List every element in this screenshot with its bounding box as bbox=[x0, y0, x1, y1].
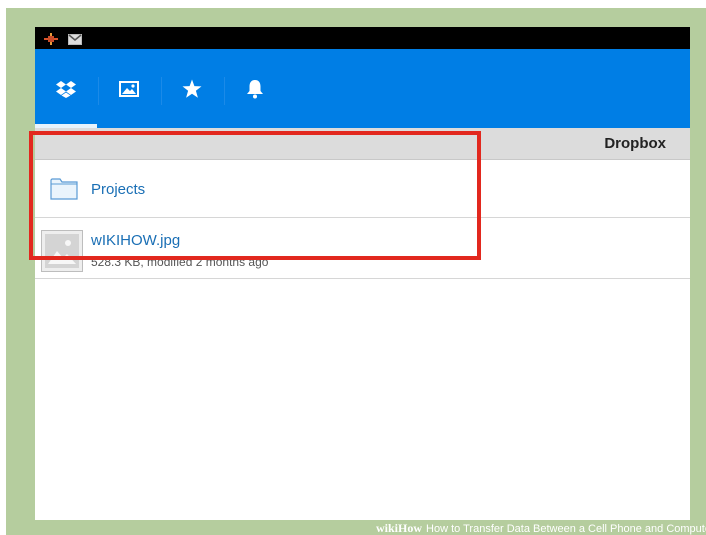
status-bar bbox=[35, 27, 690, 49]
top-toolbar bbox=[35, 49, 690, 128]
tab-favorites[interactable] bbox=[162, 49, 222, 128]
watermark: wikiHow How to Transfer Data Between a Ce… bbox=[376, 521, 706, 535]
tool-icon bbox=[44, 32, 58, 50]
tab-photos[interactable] bbox=[99, 49, 159, 128]
folder-title: Dropbox bbox=[604, 135, 666, 152]
bell-icon bbox=[247, 79, 263, 98]
empty-list-area bbox=[35, 279, 690, 520]
watermark-brand: wikiHow bbox=[376, 521, 423, 535]
tablet-screen: Dropbox Projects wIKIHOW.jpg 528.3 KB, m… bbox=[35, 27, 690, 520]
star-icon bbox=[182, 79, 202, 98]
watermark-text: How to Transfer Data Between a Cell Phon… bbox=[426, 523, 706, 535]
tab-notifications[interactable] bbox=[225, 49, 285, 128]
gmail-icon bbox=[68, 32, 82, 50]
highlight-box bbox=[29, 131, 481, 260]
photos-icon bbox=[119, 80, 139, 97]
tab-dropbox[interactable] bbox=[35, 49, 97, 128]
dropbox-icon bbox=[56, 80, 76, 98]
